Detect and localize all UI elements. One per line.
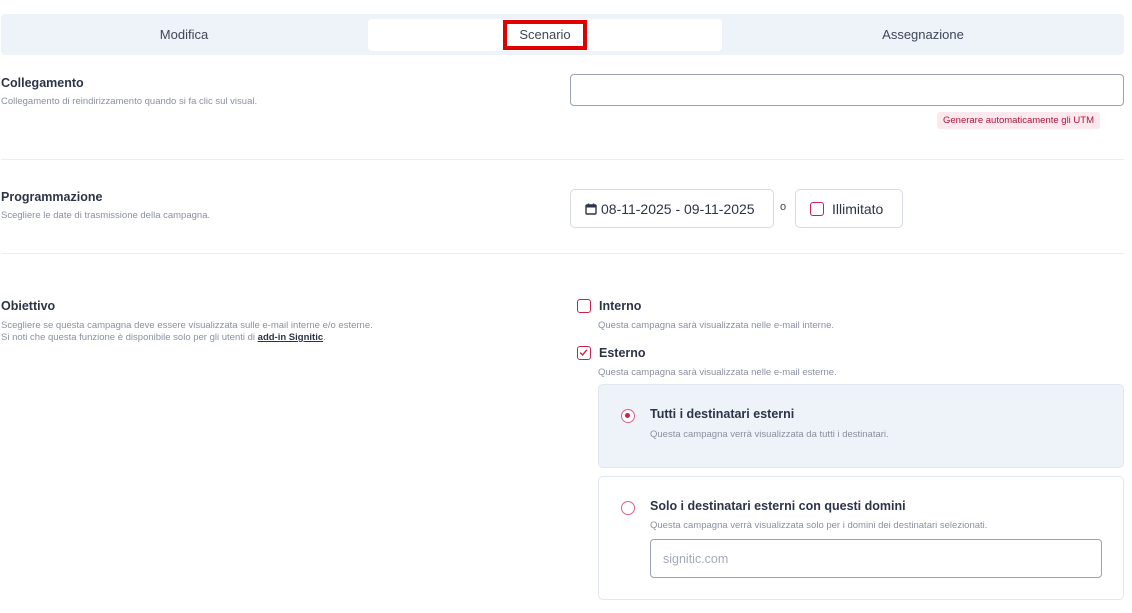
schedule-section-description: Scegliere le date di trasmissione della … [1,210,211,221]
tab-assegnazione[interactable]: Assegnazione [722,14,1124,55]
objective-section-title: Obiettivo [1,299,56,313]
all-recipients-description: Questa campagna verrà visualizzata da tu… [650,429,889,440]
unlimited-checkbox[interactable] [810,201,824,216]
objective-section-description: Scegliere se questa campagna deve essere… [1,320,373,344]
addin-signitic-link[interactable]: add-in Signitic [258,332,323,343]
domain-input[interactable] [650,539,1102,578]
date-range-picker[interactable]: 08-11-2025 - 09-11-2025 [570,189,774,228]
external-description: Questa campagna sarà visualizzata nelle … [598,367,837,378]
or-separator: o [780,201,787,213]
schedule-section-title: Programmazione [1,190,103,204]
tab-label: Assegnazione [882,27,964,42]
objective-description-prefix: Si noti che questa funzione è disponibil… [1,332,258,343]
tab-bar: Modifica Scenario Assegnazione [1,14,1124,55]
divider [1,253,1124,254]
link-input[interactable] [570,74,1124,106]
unlimited-label: Illimitato [832,200,884,217]
objective-description-line1: Scegliere se questa campagna deve essere… [1,320,373,331]
divider [1,159,1124,160]
unlimited-toggle[interactable]: Illimitato [795,189,903,228]
all-recipients-title: Tutti i destinatari esterni [650,407,795,421]
internal-label: Interno [599,299,642,313]
tab-label: Scenario [503,20,587,50]
internal-option[interactable]: Interno [577,299,641,313]
tab-label: Modifica [159,27,209,42]
objective-description-suffix: . [323,332,326,343]
external-checkbox[interactable] [577,346,591,360]
link-section-title: Collegamento [1,76,84,90]
internal-checkbox[interactable] [577,299,591,313]
generate-utm-button[interactable]: Generare automaticamente gli UTM [937,112,1101,129]
domain-recipients-description: Questa campagna verrà visualizzata solo … [650,520,988,531]
check-icon [579,349,588,357]
all-recipients-card[interactable]: Tutti i destinatari esterni Questa campa… [598,384,1124,468]
domain-recipients-radio[interactable] [621,501,635,515]
domain-recipients-card[interactable]: Solo i destinatari esterni con questi do… [598,476,1124,600]
external-label: Esterno [599,346,646,360]
tab-modifica[interactable]: Modifica [1,14,367,55]
objective-description-line2: Si noti che questa funzione è disponibil… [1,332,373,344]
calendar-icon [585,203,597,215]
link-section-description: Collegamento di reindirizzamento quando … [1,96,258,107]
domain-recipients-title: Solo i destinatari esterni con questi do… [650,499,906,513]
tab-scenario[interactable]: Scenario [368,19,722,51]
external-option[interactable]: Esterno [577,346,646,360]
all-recipients-radio[interactable] [621,409,635,423]
internal-description: Questa campagna sarà visualizzata nelle … [598,320,835,331]
date-range-value: 08-11-2025 - 09-11-2025 [601,200,755,217]
